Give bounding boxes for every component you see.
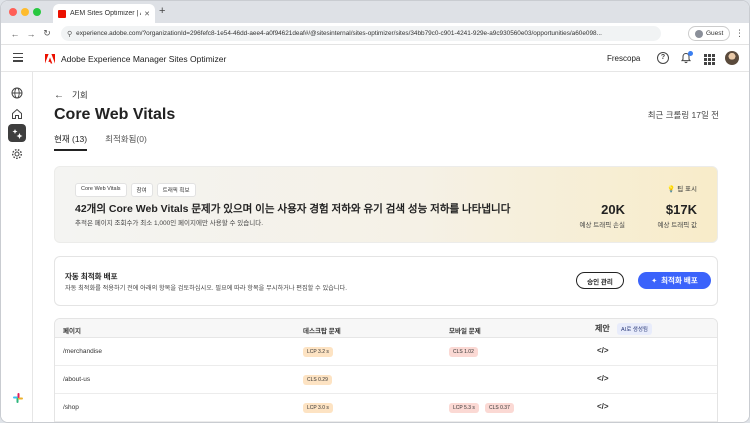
opportunities-nav-icon[interactable] <box>8 124 26 142</box>
col-desktop[interactable]: 데스크탑 문제 <box>303 325 341 335</box>
code-icon[interactable]: </> <box>597 402 609 411</box>
col-mobile[interactable]: 모바일 문제 <box>449 325 481 335</box>
col-page[interactable]: 페이지 <box>63 325 81 335</box>
org-switcher[interactable]: Frescopa <box>607 54 640 63</box>
summary-banner: Core Web Vitals 참여 트래픽 획보 42개의 Core Web … <box>54 166 718 243</box>
settings-gear-icon[interactable] <box>8 145 26 163</box>
browser-toolbar: ← → ↻ ⚲ experience.adobe.com/?organizati… <box>1 23 749 45</box>
stat-traffic-value: $17K 예상 트래픽 값 <box>658 202 698 229</box>
adobe-favicon-icon <box>58 9 66 18</box>
desktop-issue-chip: LCP 3.0 s <box>303 403 333 413</box>
side-rail <box>1 72 33 422</box>
app-title: Adobe Experience Manager Sites Optimizer <box>61 54 227 64</box>
last-crawl-text: 최근 크롤링 17일 전 <box>647 110 719 120</box>
badge-engagement: 참여 <box>130 183 153 197</box>
reload-icon[interactable]: ↻ <box>39 28 55 39</box>
browser-menu-icon[interactable]: ⋮ <box>735 28 744 39</box>
sparkle-icon: ✦ <box>651 277 658 285</box>
adobe-logo-icon <box>45 54 55 64</box>
code-icon[interactable]: </> <box>597 346 609 355</box>
auto-optimize-card: 자동 최적화 배포 자동 최적화를 적용하기 전에 아래의 항목을 검토하십시오… <box>54 256 718 306</box>
stat-label: 예상 트래픽 손실 <box>579 222 625 229</box>
table-row[interactable]: /shop LCP 3.0 s LCP 5.3 s CLS 0.37 </> <box>55 394 717 422</box>
close-window-button[interactable] <box>9 8 17 16</box>
page-path[interactable]: /merchandise <box>63 348 102 355</box>
globe-icon[interactable] <box>8 84 26 102</box>
stat-value: $17K <box>665 202 697 217</box>
address-url: experience.adobe.com/?organizationId=296… <box>76 30 602 37</box>
desktop-issue-chip: CLS 0.29 <box>303 375 332 385</box>
browser-tab-bar: AEM Sites Optimizer | Adobe ✕ + <box>1 1 749 23</box>
guest-label: Guest <box>706 30 724 37</box>
page-path[interactable]: /about-us <box>63 376 90 383</box>
minimize-window-button[interactable] <box>21 8 29 16</box>
back-label: 기회 <box>72 90 88 100</box>
table-row[interactable]: /merchandise LCP 3.2 s CLS 1.02 </> <box>55 338 717 366</box>
new-tab-icon[interactable]: + <box>159 5 165 17</box>
stat-label: 예상 트래픽 값 <box>657 222 698 229</box>
back-to-opportunities-link[interactable]: ← 기회 <box>54 89 88 101</box>
sparkle-icon <box>12 128 22 139</box>
help-icon[interactable]: ? <box>657 52 669 64</box>
desktop-issue-chip: LCP 3.2 s <box>303 347 333 357</box>
apps-grid-icon[interactable] <box>704 54 715 65</box>
mobile-issue-chip: LCP 5.3 s <box>449 403 479 413</box>
opportunity-tabs: 현재 (13) 최적화됨(0) <box>54 133 165 151</box>
address-bar[interactable]: ⚲ experience.adobe.com/?organizationId=2… <box>61 26 661 41</box>
guest-profile-button[interactable]: Guest <box>688 26 731 41</box>
tips-label: 팁 표시 <box>677 186 697 193</box>
badge-core-web-vitals: Core Web Vitals <box>75 183 127 197</box>
tab-optimized[interactable]: 최적화됨(0) <box>105 133 147 151</box>
ai-generated-tag: AI로 생성됨 <box>617 323 652 335</box>
hamburger-menu-icon[interactable] <box>13 53 23 63</box>
browser-tab-title: AEM Sites Optimizer | Adobe <box>70 10 141 17</box>
table-header: 페이지 데스크탑 문제 모바일 문제 제안 AI로 생성됨 <box>55 319 717 338</box>
page-path[interactable]: /shop <box>63 404 79 411</box>
deploy-optimization-button[interactable]: ✦ 최적화 배포 <box>638 272 711 289</box>
back-nav-icon[interactable]: ← <box>7 29 23 39</box>
browser-tab[interactable]: AEM Sites Optimizer | Adobe ✕ <box>53 4 155 23</box>
deploy-subtitle: 자동 최적화를 적용하기 전에 아래의 항목을 검토하십시오. 필요에 따라 항… <box>65 285 347 292</box>
notification-badge <box>688 51 693 56</box>
mobile-issue-chip: CLS 1.02 <box>449 347 478 357</box>
tab-current[interactable]: 현재 (13) <box>54 133 88 151</box>
tab-close-icon[interactable]: ✕ <box>144 10 150 18</box>
banner-title: 42개의 Core Web Vitals 문제가 있으며 이는 사용자 경험 저… <box>75 203 511 215</box>
profile-icon <box>695 29 703 38</box>
site-info-icon[interactable]: ⚲ <box>67 30 72 38</box>
mobile-issue-chip: CLS 0.37 <box>485 403 514 413</box>
banner-subtitle: 추적은 페이지 조회수가 최소 1,000인 페이지에만 사용할 수 있습니다. <box>75 220 263 227</box>
table-row[interactable]: /about-us CLS 0.29 </> <box>55 366 717 394</box>
deploy-title: 자동 최적화 배포 <box>65 272 118 281</box>
issues-table: 페이지 데스크탑 문제 모바일 문제 제안 AI로 생성됨 /merchandi… <box>54 318 718 422</box>
badge-traffic: 트래픽 획보 <box>156 183 196 197</box>
app-header: Adobe Experience Manager Sites Optimizer… <box>1 46 749 72</box>
lightbulb-icon: 💡 <box>667 186 676 193</box>
user-avatar[interactable] <box>725 51 739 65</box>
code-icon[interactable]: </> <box>597 374 609 383</box>
home-icon[interactable] <box>8 105 26 123</box>
main-content: ← 기회 Core Web Vitals 최근 크롤링 17일 전 현재 (13… <box>34 72 749 422</box>
col-suggest: 제안 <box>595 324 610 333</box>
page-title: Core Web Vitals <box>54 106 176 123</box>
forward-nav-icon[interactable]: → <box>23 29 39 39</box>
deploy-button-label: 최적화 배포 <box>661 276 698 285</box>
browser-window: AEM Sites Optimizer | Adobe ✕ + ← → ↻ ⚲ … <box>0 0 750 423</box>
stat-value: 20K <box>601 202 625 217</box>
manage-approval-button[interactable]: 승인 관리 <box>576 272 624 289</box>
badge-list: Core Web Vitals 참여 트래픽 획보 <box>75 183 196 197</box>
arrow-left-icon: ← <box>54 89 64 101</box>
show-tips-button[interactable]: 💡 팁 표시 <box>667 183 697 193</box>
slack-icon[interactable] <box>12 392 24 404</box>
maximize-window-button[interactable] <box>33 8 41 16</box>
stat-traffic-loss: 20K 예상 트래픽 손실 <box>580 202 625 229</box>
